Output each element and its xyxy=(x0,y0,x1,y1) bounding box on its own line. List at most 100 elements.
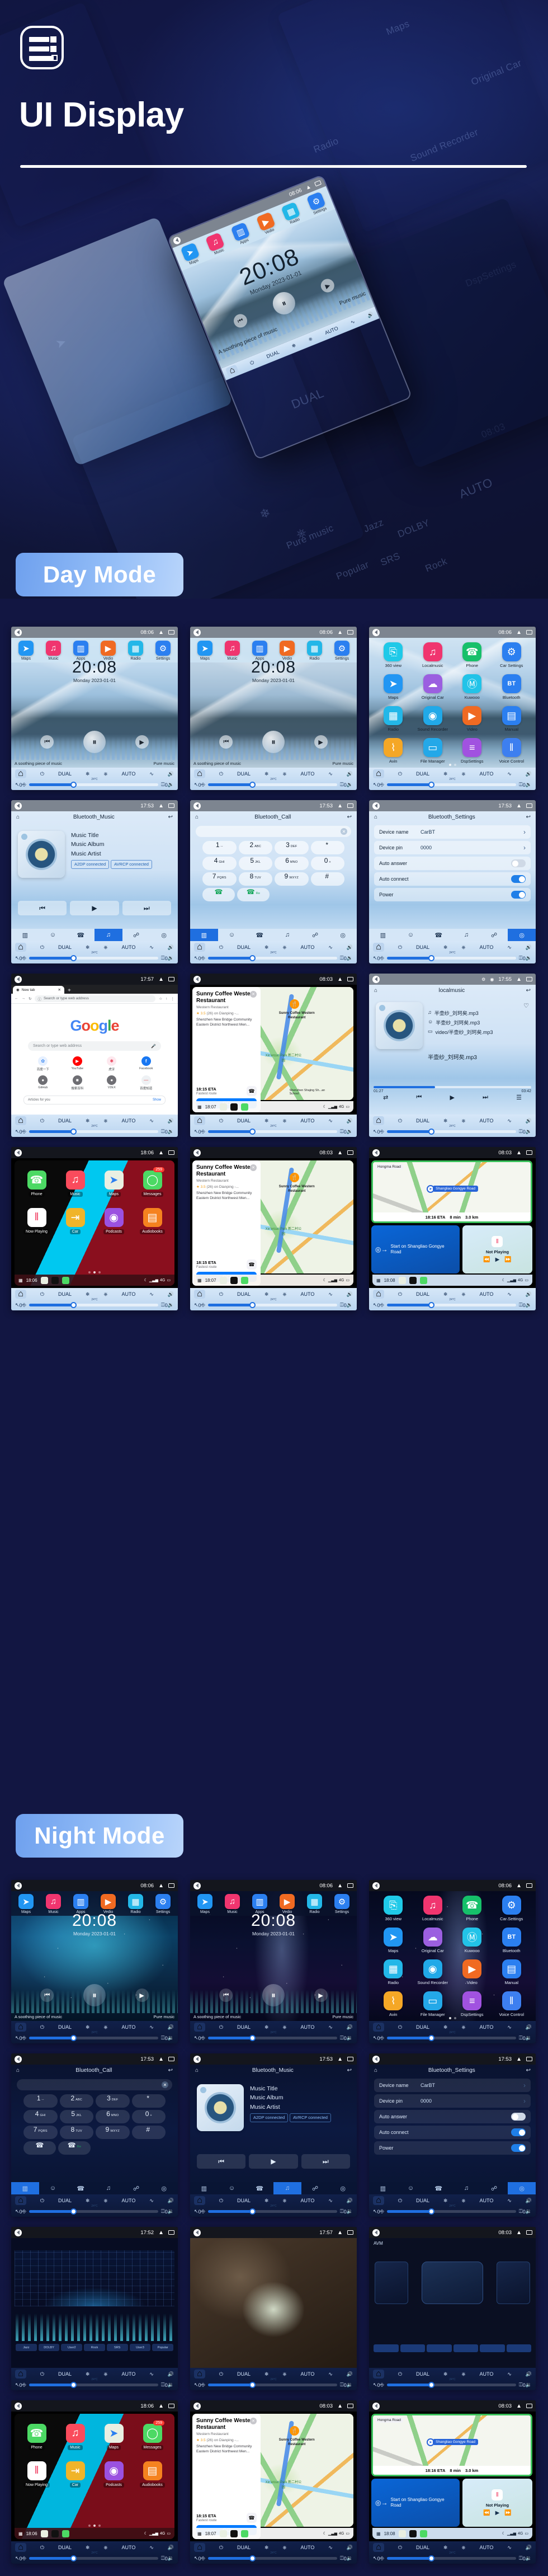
phone-icon[interactable] xyxy=(240,1103,248,1111)
tab-link[interactable]: ☍ xyxy=(480,929,508,941)
seat-icon[interactable]: ⎆ xyxy=(201,2382,205,2388)
back-arrow-icon[interactable] xyxy=(193,2402,201,2410)
volume-down-icon[interactable]: 🔉 xyxy=(168,2035,174,2041)
app-icon-originalcar[interactable]: ☁ Original Car xyxy=(414,674,452,702)
preset-button[interactable]: DOLBY xyxy=(38,2344,60,2351)
volume-up-icon[interactable]: 🔊 xyxy=(168,1291,174,1298)
tab-contacts[interactable]: ☺ xyxy=(218,2182,246,2194)
setting-power[interactable]: Power xyxy=(374,2141,531,2155)
volume-down-icon[interactable]: 🔉 xyxy=(168,782,174,788)
carplay-app-music[interactable]: ♫ Music xyxy=(58,2424,93,2450)
dial-key[interactable]: 4 GHI xyxy=(23,2110,58,2123)
return-icon[interactable]: ↩ xyxy=(526,814,531,820)
phone-icon[interactable]: ☎ xyxy=(247,2513,257,2523)
home-icon[interactable]: ⌂ xyxy=(15,1116,26,1125)
next-track-icon[interactable]: ⏭ xyxy=(122,901,171,915)
next-track-icon[interactable]: ▶ xyxy=(314,735,328,749)
heated-seat-icon[interactable]: ⎅ xyxy=(340,782,344,788)
fan-speed-slider[interactable] xyxy=(29,782,158,788)
volume-up-icon[interactable]: 🔊 xyxy=(526,2198,532,2204)
auto-button[interactable]: AUTO xyxy=(301,944,315,950)
setting-device-name[interactable]: Device name CarBT › xyxy=(374,825,531,839)
carplay-app-messages[interactable]: 259 ◯ Messages xyxy=(135,2420,170,2450)
dual-button[interactable]: DUAL xyxy=(416,1118,429,1124)
fan-speed-slider[interactable] xyxy=(386,2555,516,2561)
home-icon[interactable]: ⌂ xyxy=(374,988,377,994)
carplay-app-nowplaying[interactable]: ‖ Now Playing xyxy=(19,1208,54,1234)
recents-icon[interactable] xyxy=(168,1883,174,1888)
airflow-icon[interactable]: ∿ xyxy=(507,2545,512,2551)
chevron-up-icon[interactable]: ▲ xyxy=(158,2403,164,2409)
app-icon-phone[interactable]: ☎ Phone xyxy=(453,642,491,670)
power-icon[interactable]: ⏻ xyxy=(219,2024,223,2030)
preset-button[interactable]: Jazz xyxy=(16,2344,37,2351)
power-icon[interactable]: ⏻ xyxy=(398,2024,402,2030)
carplay-app-phone[interactable]: ☎ Phone xyxy=(19,1171,54,1197)
dial-key[interactable]: 5 JKL xyxy=(238,857,272,870)
chevron-up-icon[interactable]: ▲ xyxy=(337,2056,343,2062)
seat-icon[interactable]: ⎆ xyxy=(380,1129,384,1135)
airflow-icon[interactable]: ∿ xyxy=(507,2198,512,2204)
app-icon-video[interactable]: ▶ Video xyxy=(453,1959,491,1987)
volume-up-icon[interactable]: 🔊 xyxy=(347,1291,353,1298)
back-arrow-icon[interactable]: ↖ xyxy=(15,955,20,961)
back-arrow-icon[interactable]: ↖ xyxy=(15,2382,20,2388)
now-playing-icon[interactable] xyxy=(51,1276,59,1284)
power-icon[interactable]: ⏻ xyxy=(219,1118,223,1124)
volume-down-icon[interactable]: 🔉 xyxy=(168,2382,174,2388)
auto-connect-toggle[interactable] xyxy=(511,875,526,883)
seek-bar[interactable]: 01:27 03:42 xyxy=(374,1086,531,1093)
recents-icon[interactable] xyxy=(526,2404,532,2408)
dial-key[interactable]: 0 + xyxy=(310,857,344,870)
recents-icon[interactable] xyxy=(168,1150,174,1155)
home-icon[interactable]: ⌂ xyxy=(373,2542,384,2552)
home-icon[interactable]: ⌂ xyxy=(194,769,205,778)
return-icon[interactable]: ↩ xyxy=(347,814,352,820)
clear-x-icon[interactable]: ✕ xyxy=(341,828,347,835)
return-icon[interactable]: ↩ xyxy=(168,814,173,820)
app-icon-phone[interactable]: ☎ Phone xyxy=(453,1896,491,1923)
dial-key[interactable]: 3 DEF xyxy=(96,2094,130,2108)
tab-contacts[interactable]: ☺ xyxy=(39,2182,67,2194)
rear-defrost-icon[interactable]: ⎈ xyxy=(461,944,465,951)
seat-icon[interactable]: ⎆ xyxy=(201,2035,205,2041)
volume-up-icon[interactable]: 🔊 xyxy=(366,311,375,318)
volume-up-icon[interactable]: 🔊 xyxy=(168,771,174,777)
carplay-app-car[interactable]: ⇥ Car xyxy=(58,1208,93,1234)
back-arrow-icon[interactable] xyxy=(193,628,201,636)
redial-button[interactable]: ☎ Re xyxy=(237,888,270,901)
snowflake-icon[interactable]: ❄ xyxy=(86,771,90,777)
app-icon-kuwooo[interactable]: Ⓜ Kuwooo xyxy=(453,1928,491,1955)
snowflake-icon[interactable]: ❄ xyxy=(86,2198,90,2204)
volume-down-icon[interactable]: 🔉 xyxy=(168,2208,174,2215)
previous-track-icon[interactable]: ⏮ xyxy=(40,1989,54,2002)
avm-view-button[interactable] xyxy=(480,2344,505,2352)
back-arrow-icon[interactable] xyxy=(372,802,380,810)
airflow-icon[interactable]: ∿ xyxy=(328,771,333,777)
volume-up-icon[interactable]: 🔊 xyxy=(168,2198,174,2204)
heated-seat-icon[interactable]: ⎅ xyxy=(519,1129,523,1135)
back-arrow-icon[interactable] xyxy=(372,1882,380,1889)
power-icon[interactable]: ⏻ xyxy=(398,2545,402,2551)
return-icon[interactable]: ↩ xyxy=(347,2067,352,2074)
chevron-up-icon[interactable]: ▲ xyxy=(337,2403,343,2409)
recents-icon[interactable] xyxy=(526,977,532,981)
app-icon-bluetooth[interactable]: BT Bluetooth xyxy=(493,1928,531,1955)
preset-button[interactable]: Rock xyxy=(84,2344,105,2351)
preset-button[interactable]: User3 xyxy=(129,2344,151,2351)
airflow-icon[interactable]: ∿ xyxy=(149,944,154,951)
dial-key[interactable]: 1 -- xyxy=(23,2094,58,2108)
dual-button[interactable]: DUAL xyxy=(237,2545,251,2550)
volume-down-icon[interactable]: 🔉 xyxy=(347,2208,353,2215)
rear-defrost-icon[interactable]: ⎈ xyxy=(103,771,107,777)
heated-seat-icon[interactable]: ⎅ xyxy=(161,2555,165,2561)
return-icon[interactable]: ↩ xyxy=(526,2067,531,2074)
volume-up-icon[interactable]: 🔊 xyxy=(526,2545,532,2551)
tab-dialpad[interactable]: ▥ xyxy=(190,2182,218,2194)
back-arrow-icon[interactable] xyxy=(193,2229,201,2236)
seat-icon[interactable]: ⎆ xyxy=(201,955,205,961)
tab-call-log[interactable]: ☎ xyxy=(245,929,273,941)
auto-button[interactable]: AUTO xyxy=(122,1118,136,1124)
fan-speed-slider[interactable] xyxy=(207,955,337,961)
dial-number-input[interactable]: ✕ xyxy=(196,826,351,837)
